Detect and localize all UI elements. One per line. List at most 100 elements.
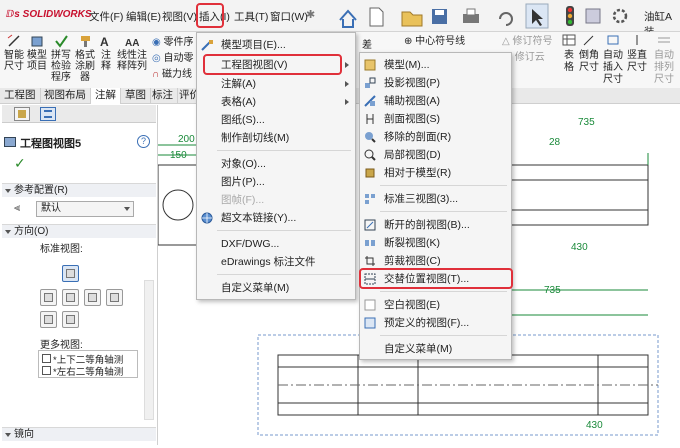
more-view-option: *左右二等角轴测 xyxy=(53,367,124,378)
front-view-button[interactable] xyxy=(62,265,79,282)
bottom-view-button[interactable] xyxy=(62,311,79,328)
chevron-down-icon xyxy=(124,207,130,211)
submenu-item-standard-3view[interactable]: 标准三视图(3)... xyxy=(360,190,511,208)
submenu-item-model-view[interactable]: 模型(M)... xyxy=(360,56,511,74)
mirror-section[interactable]: 镜向 xyxy=(2,427,156,441)
menu-item-sheet[interactable]: 图纸(S)... xyxy=(197,111,355,129)
menu-item-dxf-dwg[interactable]: DXF/DWG... xyxy=(197,235,355,253)
right-view-button[interactable] xyxy=(84,289,101,306)
revision-symbol-button[interactable]: △ 修订符号 xyxy=(502,34,552,50)
open-icon[interactable] xyxy=(401,11,423,27)
options-gear-icon[interactable] xyxy=(612,8,628,24)
orientation-section[interactable]: 方向(O) xyxy=(2,224,156,238)
right-view-icon xyxy=(88,293,97,302)
back-view-button[interactable] xyxy=(106,289,123,306)
reference-config-section[interactable]: 参考配置(R) xyxy=(2,183,156,197)
tab-markup[interactable]: 标注 xyxy=(148,88,178,104)
feature-tree-tab[interactable] xyxy=(14,107,30,121)
dim-label[interactable]: 200 xyxy=(178,134,195,145)
spell-checker-button[interactable]: 拼写 检验 程序 xyxy=(49,34,73,83)
submenu-item-projected-view[interactable]: 投影视图(P) xyxy=(360,74,511,92)
menu-item-cutting-line[interactable]: 制作剖切线(M) xyxy=(197,129,355,147)
help-icon[interactable]: ? xyxy=(137,135,150,148)
auto-insert-dimension-button[interactable]: 自动 插入 尺寸 xyxy=(601,34,625,86)
submenu-item-broken-out-section[interactable]: 断开的剖视图(B)... xyxy=(360,216,511,234)
dim-label[interactable]: 735 xyxy=(578,117,595,128)
dim-label[interactable]: 28 xyxy=(549,137,561,148)
menu-item-tables[interactable]: 表格(A) xyxy=(197,93,355,111)
dim-label[interactable]: 430 xyxy=(571,242,588,253)
ok-checkmark-icon[interactable]: ✓ xyxy=(14,155,26,172)
pin-icon[interactable]: ✱ xyxy=(306,8,315,21)
menu-item-model-items[interactable]: 模型项目(E)... xyxy=(197,36,355,54)
undo-icon[interactable] xyxy=(499,12,513,26)
select-icon[interactable] xyxy=(525,3,549,29)
property-manager-panel: 工程图视图5 ? ✓ 参考配置(R) ⫷ 默认 方向(O) 标准视图: 更多视图… xyxy=(0,105,158,445)
submenu-item-break-view[interactable]: 断裂视图(K) xyxy=(360,234,511,252)
submenu-item-predefined-view[interactable]: 预定义的视图(F)... xyxy=(360,314,511,332)
menu-item-object[interactable]: 对象(O)... xyxy=(197,155,355,173)
auto-arrange-dimension-button[interactable]: 自动 排列 尺寸 xyxy=(650,34,678,86)
tab-annotation[interactable]: 注解 xyxy=(91,88,121,104)
trimetric-checkbox[interactable] xyxy=(42,354,51,363)
dim-label[interactable]: 735 xyxy=(544,285,561,296)
save-icon[interactable] xyxy=(432,9,447,24)
top-view-button[interactable] xyxy=(62,289,79,306)
new-doc-icon[interactable] xyxy=(369,7,384,27)
vertical-dimension-button[interactable]: 竖直 尺寸 xyxy=(626,34,648,74)
drawing-top-bore xyxy=(488,179,648,211)
traffic-light-icon[interactable] xyxy=(566,6,574,26)
format-painter-button[interactable]: 格式 涂刷 器 xyxy=(74,34,96,83)
submenu-item-section-view[interactable]: 剖面视图(S) xyxy=(360,110,511,128)
submenu-item-empty-view[interactable]: 空白视图(E) xyxy=(360,296,511,314)
menu-item-picture[interactable]: 图片(P)... xyxy=(197,173,355,191)
table-button[interactable]: 表 格 xyxy=(561,34,577,74)
model-items-icon xyxy=(31,36,43,47)
magnetic-line-button[interactable]: ∩ 磁力线 xyxy=(152,67,194,83)
chamfer-dimension-button[interactable]: 倒角 尺寸 xyxy=(578,34,600,74)
model-items-button[interactable]: 模型 项目 xyxy=(26,34,48,72)
linear-note-pattern-button[interactable]: AA 线性注 释阵列 xyxy=(116,34,148,72)
smart-dimension-icon xyxy=(7,34,20,47)
drawing-view-submenu: 模型(M)... 投影视图(P) 辅助视图(A) 剖面视图(S) 移除的剖面(R… xyxy=(359,52,512,360)
submenu-item-customize[interactable]: 自定义菜单(M) xyxy=(360,340,511,358)
menu-view[interactable]: 视图(V) xyxy=(162,9,197,24)
rebuild-icon[interactable] xyxy=(585,8,601,24)
menu-edit[interactable]: 编辑(E) xyxy=(126,9,161,24)
smart-dimension-button[interactable]: 智能 尺寸 xyxy=(2,34,26,72)
submenu-item-relative-view[interactable]: 相对于模型(R) xyxy=(360,164,511,182)
menu-file[interactable]: 文件(F) xyxy=(89,9,123,24)
note-button[interactable]: A注 释 xyxy=(98,34,114,72)
property-manager-tab[interactable] xyxy=(40,107,56,121)
predefined-view-icon xyxy=(364,317,376,329)
menu-bar: ⅅs SOLIDWORKS 文件(F) 编辑(E) 视图(V) 插入(I) 工具… xyxy=(0,0,680,38)
print-icon[interactable] xyxy=(463,8,479,23)
section-view-icon xyxy=(366,114,374,124)
reference-config-select[interactable]: 默认 xyxy=(36,201,134,217)
menu-item-edrawings[interactable]: eDrawings 标注文件 xyxy=(197,253,355,271)
tab-sketch[interactable]: 草图 xyxy=(121,88,151,104)
dim-label[interactable]: 150 xyxy=(170,150,187,161)
submenu-item-detail-view[interactable]: 局部视图(D) xyxy=(360,146,511,164)
menu-item-customize[interactable]: 自定义菜单(M) xyxy=(197,279,355,297)
menu-item-hyperlink[interactable]: 超文本链接(Y)... xyxy=(197,209,355,227)
isometric-view-button[interactable] xyxy=(40,311,57,328)
menu-tools[interactable]: 工具(T) xyxy=(234,9,268,24)
home-icon[interactable] xyxy=(339,9,357,28)
menu-window[interactable]: 窗口(W) xyxy=(270,9,308,24)
panel-tab-strip xyxy=(2,105,156,123)
dimetric-checkbox[interactable] xyxy=(42,366,51,375)
left-view-button[interactable] xyxy=(40,289,57,306)
submenu-item-auxiliary-view[interactable]: 辅助视图(A) xyxy=(360,92,511,110)
balloon-button[interactable]: ◉ 零件序 xyxy=(152,35,194,51)
auto-balloon-button[interactable]: ◎ 自动零 xyxy=(152,51,194,67)
dim-label[interactable]: 430 xyxy=(586,420,603,431)
center-mark-button[interactable]: ⊕ 中心符号线 xyxy=(404,34,465,50)
tab-view-layout[interactable]: 视图布局 xyxy=(40,88,91,104)
isometric-view-icon xyxy=(44,315,53,324)
panel-scrollbar[interactable] xyxy=(144,280,154,420)
left-view-icon xyxy=(44,293,53,302)
menu-item-annotations[interactable]: 注解(A) xyxy=(197,75,355,93)
submenu-item-removed-section[interactable]: 移除的剖面(R) xyxy=(360,128,511,146)
tab-drawing[interactable]: 工程图 xyxy=(0,88,41,104)
